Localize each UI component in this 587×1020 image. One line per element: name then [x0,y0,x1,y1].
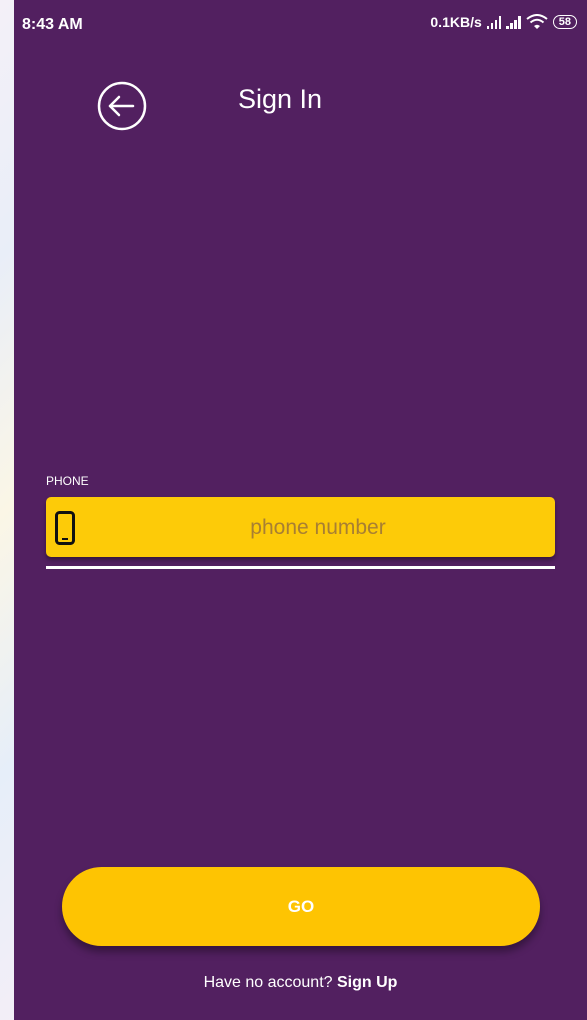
arrow-left-circle-icon [97,81,147,131]
sign-in-screen: 8:43 AM 0.1KB/s 58 Sign In PHONE phone n… [14,0,587,1020]
phone-label: PHONE [46,474,89,488]
wifi-icon [526,14,548,29]
signal-icon [506,15,521,29]
battery-icon: 58 [552,15,577,29]
phone-input[interactable] [86,497,550,559]
phone-field-underline [46,566,555,569]
page-title: Sign In [238,84,323,114]
back-button[interactable] [96,80,148,132]
status-indicators: 0.1KB/s 58 [430,14,577,30]
status-time: 8:43 AM [22,16,83,33]
signup-link[interactable]: Sign Up [337,974,397,991]
background-edge-strip [0,0,14,1020]
go-button[interactable]: GO [62,867,540,946]
status-bar: 8:43 AM 0.1KB/s 58 [14,0,587,48]
signup-prompt-text: Have no account? [203,974,337,991]
signup-prompt: Have no account? Sign Up [14,974,587,992]
network-speed: 0.1KB/s [430,14,482,30]
phone-field[interactable] [46,497,555,559]
smartphone-icon [55,511,75,545]
signal-icon [486,15,502,29]
